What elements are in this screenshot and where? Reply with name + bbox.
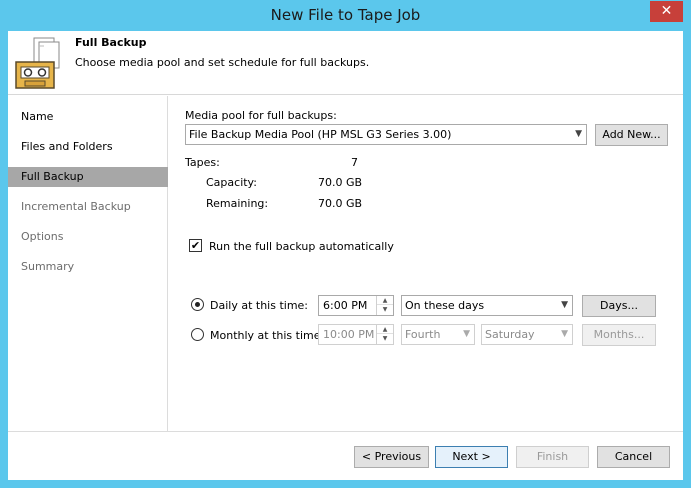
capacity-label: Capacity:: [206, 176, 257, 189]
sidebar-item-files-and-folders[interactable]: Files and Folders: [8, 137, 168, 157]
sidebar-item-incremental-backup: Incremental Backup: [21, 200, 131, 213]
monthly-weekday-value: Saturday: [485, 328, 535, 341]
previous-button[interactable]: < Previous: [354, 446, 429, 468]
page-description: Choose media pool and set schedule for f…: [75, 56, 370, 69]
monthly-label: Monthly at this time:: [210, 329, 325, 342]
sidebar-item-name[interactable]: Name: [8, 107, 168, 127]
daily-label: Daily at this time:: [210, 299, 309, 312]
spin-down-icon[interactable]: ▼: [377, 305, 393, 314]
media-pool-select[interactable]: File Backup Media Pool (HP MSL G3 Series…: [185, 124, 587, 145]
sidebar-item-summary: Summary: [21, 260, 75, 273]
months-button[interactable]: Months...: [582, 324, 656, 346]
sidebar-item-options: Options: [21, 230, 64, 243]
daily-time-value: 6:00 PM: [323, 299, 368, 312]
wizard-footer: < Previous Next > Finish Cancel: [8, 431, 683, 480]
tapes-label: Tapes:: [185, 156, 220, 169]
monthly-radio[interactable]: [191, 328, 204, 341]
full-backup-panel: Media pool for full backups: File Backup…: [169, 96, 683, 431]
daily-radio[interactable]: [191, 298, 204, 311]
remaining-label: Remaining:: [206, 197, 269, 210]
title-bar: New File to Tape Job ✕: [0, 0, 691, 32]
monthly-time-value: 10:00 PM: [323, 328, 375, 341]
cancel-button[interactable]: Cancel: [597, 446, 670, 468]
chevron-down-icon: ▼: [463, 329, 470, 339]
tapes-count: 7: [351, 156, 358, 169]
monthly-week-value: Fourth: [405, 328, 441, 341]
wizard-client: Full Backup Choose media pool and set sc…: [8, 31, 683, 480]
wizard-header: Full Backup Choose media pool and set sc…: [8, 31, 683, 95]
page-title: Full Backup: [75, 36, 147, 49]
next-button[interactable]: Next >: [435, 446, 508, 468]
spin-up-icon[interactable]: ▲: [377, 325, 393, 334]
daily-time-input[interactable]: 6:00 PM ▲ ▼: [318, 295, 394, 316]
daily-time-spinner[interactable]: ▲ ▼: [376, 296, 393, 315]
tape-job-icon: [15, 37, 60, 89]
run-automatically-checkbox[interactable]: ✔: [189, 239, 202, 252]
monthly-week-select[interactable]: Fourth ▼: [401, 324, 475, 345]
close-button[interactable]: ✕: [650, 1, 683, 22]
daily-days-value: On these days: [405, 299, 485, 312]
media-pool-label: Media pool for full backups:: [185, 109, 337, 122]
run-automatically-label: Run the full backup automatically: [209, 240, 394, 253]
spin-up-icon[interactable]: ▲: [377, 296, 393, 305]
chevron-down-icon: ▼: [561, 329, 568, 339]
media-pool-value: File Backup Media Pool (HP MSL G3 Series…: [189, 128, 452, 141]
monthly-weekday-select[interactable]: Saturday ▼: [481, 324, 573, 345]
wizard-window: New File to Tape Job ✕ Full Backup Choos…: [0, 0, 691, 488]
sidebar-item-full-backup[interactable]: Full Backup: [8, 167, 168, 187]
chevron-down-icon: ▼: [561, 300, 568, 310]
remaining-value: 70.0 GB: [318, 197, 363, 210]
days-button[interactable]: Days...: [582, 295, 656, 317]
chevron-down-icon: ▼: [575, 129, 582, 139]
finish-button[interactable]: Finish: [516, 446, 589, 468]
radio-selected-dot: [195, 302, 200, 307]
monthly-time-input[interactable]: 10:00 PM ▲ ▼: [318, 324, 394, 345]
checkmark-icon: ✔: [190, 239, 201, 252]
window-title: New File to Tape Job: [270, 6, 421, 24]
spin-down-icon[interactable]: ▼: [377, 334, 393, 343]
daily-days-select[interactable]: On these days ▼: [401, 295, 573, 316]
capacity-value: 70.0 GB: [318, 176, 363, 189]
monthly-time-spinner[interactable]: ▲ ▼: [376, 325, 393, 344]
close-icon: ✕: [660, 3, 673, 19]
add-media-pool-button[interactable]: Add New...: [595, 124, 668, 146]
wizard-steps: Name Files and Folders Full Backup Incre…: [8, 96, 168, 431]
